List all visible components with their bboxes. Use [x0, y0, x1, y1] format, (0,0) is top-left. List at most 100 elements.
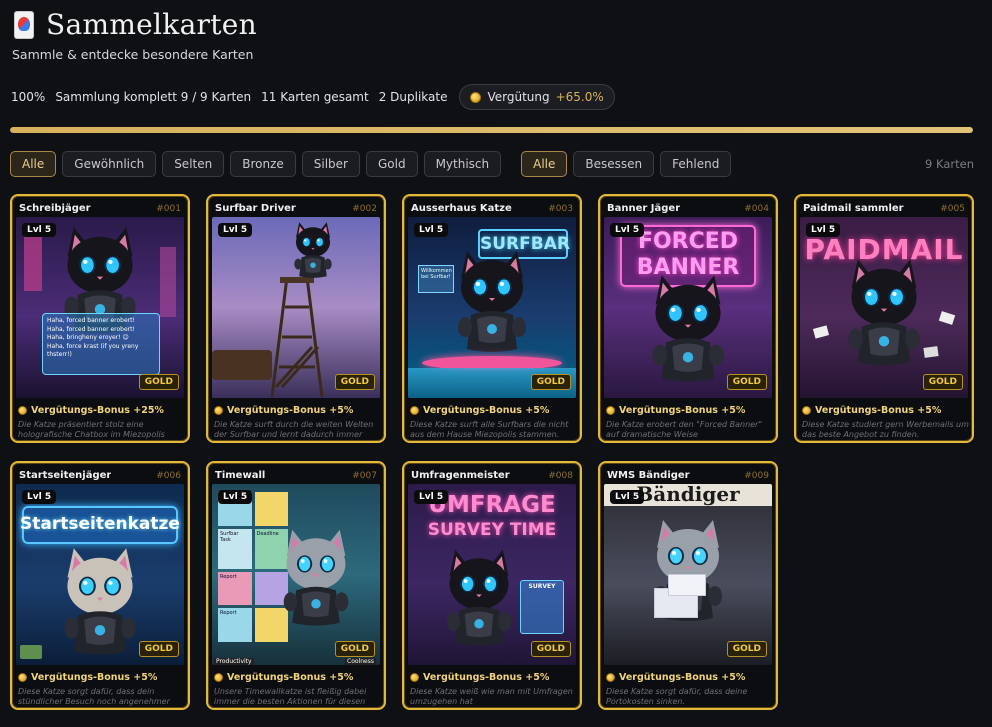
coin-icon	[606, 406, 615, 415]
card-level-badge: Lvl 5	[610, 490, 645, 504]
card-artwork: Startseitenkatze Lvl 5 GOLD	[16, 484, 184, 665]
card-bonus: Vergütungs-Bonus +5%	[606, 672, 745, 683]
rarity-badge: GOLD	[138, 641, 179, 657]
collectible-card[interactable]: Banner Jäger #004 FORCED BANNER Lvl 5 GO…	[598, 194, 778, 443]
collectible-card[interactable]: Schreibjäger #001 Haha, forced banner er…	[10, 194, 190, 443]
rarity-badge: GOLD	[334, 641, 375, 657]
reward-value: +65.0%	[555, 90, 604, 104]
card-bonus-text: Vergütungs-Bonus +5%	[227, 672, 354, 683]
card-artwork: Code Surfbar Task Deadline Report Report	[212, 484, 380, 665]
card-level-badge: Lvl 5	[414, 490, 449, 504]
art-text: Haha, bringheny eroyer! 😊	[47, 334, 129, 341]
card-name: Paidmail sammler	[803, 203, 904, 214]
collectible-card[interactable]: Umfragenmeister #008 UMFRAGE SURVEY TIME…	[402, 461, 582, 710]
filter-rarity-selten[interactable]: Selten	[162, 151, 225, 177]
filter-rarity-gewöhnlich[interactable]: Gewöhnlich	[62, 151, 157, 177]
filter-ownership-besessen[interactable]: Besessen	[573, 151, 655, 177]
card-bonus-text: Vergütungs-Bonus +5%	[423, 672, 550, 683]
total-cards: 11 Karten gesamt	[261, 90, 369, 104]
card-count: 9 Karten	[925, 157, 974, 171]
card-bonus: Vergütungs-Bonus +5%	[18, 672, 157, 683]
card-name: WMS Bändiger	[607, 470, 690, 481]
page-title: Sammelkarten	[46, 8, 258, 41]
completion-percent: 100%	[11, 90, 46, 104]
card-artwork: Lvl 5 GOLD	[212, 217, 380, 398]
card-number: #004	[744, 203, 769, 214]
card-artwork: Bändiger Lvl 5 GOLD	[604, 484, 772, 665]
card-number: #002	[352, 203, 377, 214]
card-bonus-text: Vergütungs-Bonus +5%	[815, 405, 942, 416]
collectible-card[interactable]: Timewall #007 Code Surfbar Task Deadline…	[206, 461, 386, 710]
card-name: Surfbar Driver	[215, 203, 296, 214]
card-description: Die Katze präsentiert stolz eine hologra…	[18, 420, 165, 439]
collectible-card[interactable]: Surfbar Driver #002 Lvl 5 GOLD Vergütung…	[206, 194, 386, 443]
art-text: Surfbar Task	[218, 528, 252, 569]
card-description: Die Katze erobert den "Forced Banner" au…	[606, 420, 763, 439]
card-number: #007	[352, 470, 377, 481]
card-bonus-text: Vergütungs-Bonus +25%	[31, 405, 164, 416]
art-text: Haha, forced banner erobert!	[47, 325, 135, 333]
card-level-badge: Lvl 5	[610, 223, 645, 237]
card-description: Diese Katze studiert gern Werbemails um …	[802, 420, 969, 439]
collection-stats: 100% Sammlung komplett 9 / 9 Karten 11 K…	[11, 84, 615, 110]
card-bonus: Vergütungs-Bonus +5%	[410, 405, 549, 416]
card-number: #008	[548, 470, 573, 481]
rarity-badge: GOLD	[334, 374, 375, 390]
card-artwork: PAIDMAIL Lvl 5 GOLD	[800, 217, 968, 398]
art-text: SURVEY TIME	[427, 520, 557, 540]
filter-rarity-silber[interactable]: Silber	[301, 151, 360, 177]
art-text: Productivity	[214, 658, 254, 665]
card-number: #003	[548, 203, 573, 214]
coin-icon	[214, 406, 223, 415]
reward-badge: Vergütung +65.0%	[459, 84, 615, 110]
coin-icon	[802, 406, 811, 415]
card-number: #001	[156, 203, 181, 214]
card-level-badge: Lvl 5	[22, 223, 57, 237]
coin-icon	[470, 91, 482, 103]
filter-rarity-bronze[interactable]: Bronze	[230, 151, 296, 177]
playing-card-icon	[12, 9, 38, 41]
filter-rarity-gold[interactable]: Gold	[365, 151, 418, 177]
coin-icon	[18, 673, 27, 682]
card-description: Die Katze surft durch die weiten Welten …	[214, 420, 374, 439]
card-name: Schreibjäger	[19, 203, 91, 214]
duplicates-count: 2 Duplikate	[378, 90, 448, 104]
collection-progress-bar	[10, 127, 973, 133]
card-level-badge: Lvl 5	[218, 490, 253, 504]
filter-ownership-fehlend[interactable]: Fehlend	[660, 151, 732, 177]
art-text: Haha, forced banner erobert!	[47, 317, 135, 324]
art-text: SURVEY	[520, 580, 564, 634]
collectible-card[interactable]: WMS Bändiger #009 Bändiger Lvl 5 GOLD Ve…	[598, 461, 778, 710]
card-bonus-text: Vergütungs-Bonus +5%	[423, 405, 550, 416]
card-number: #009	[744, 470, 769, 481]
filter-rarity-mythisch[interactable]: Mythisch	[423, 151, 502, 177]
collectible-card[interactable]: Startseitenjäger #006 Startseitenkatze L…	[10, 461, 190, 710]
filter-rarity-alle[interactable]: Alle	[10, 151, 57, 177]
card-description: Diese Katze sorgt dafür, dass dein stünd…	[18, 687, 170, 706]
card-bonus: Vergütungs-Bonus +25%	[18, 405, 164, 416]
card-name: Umfragenmeister	[411, 470, 510, 481]
card-description: Unsere Timewallkatze ist fleißig dabei i…	[214, 687, 367, 706]
rarity-badge: GOLD	[726, 374, 767, 390]
page-header: Sammelkarten Sammle & entdecke besondere…	[12, 8, 257, 62]
card-level-badge: Lvl 5	[806, 223, 841, 237]
card-bonus-text: Vergütungs-Bonus +5%	[31, 672, 158, 683]
collectible-card[interactable]: Ausserhaus Katze #003 SURFBAR Willkommen…	[402, 194, 582, 443]
filter-bar: Alle Gewöhnlich Selten Bronze Silber Gold Myth…	[10, 151, 732, 177]
card-artwork: UMFRAGE SURVEY TIME SURVEY Lvl 5 GOLD	[408, 484, 576, 665]
filter-ownership-alle[interactable]: Alle	[521, 151, 568, 177]
collectible-card[interactable]: Paidmail sammler #005 PAIDMAIL Lvl 5 GOL…	[794, 194, 974, 443]
coin-icon	[410, 406, 419, 415]
art-text: Report	[218, 571, 252, 606]
rarity-badge: GOLD	[726, 641, 767, 657]
art-text: Haha, force krast (if you yreny thsterr!…	[47, 342, 139, 359]
art-text: Report	[218, 608, 252, 642]
card-level-badge: Lvl 5	[414, 223, 449, 237]
card-bonus-text: Vergütungs-Bonus +5%	[227, 405, 354, 416]
coin-icon	[410, 673, 419, 682]
coin-icon	[18, 406, 27, 415]
card-number: #006	[156, 470, 181, 481]
rarity-badge: GOLD	[138, 374, 179, 390]
card-description: Diese Katze sorgt dafür, dass deine Port…	[606, 687, 748, 706]
card-name: Startseitenjäger	[19, 470, 112, 481]
